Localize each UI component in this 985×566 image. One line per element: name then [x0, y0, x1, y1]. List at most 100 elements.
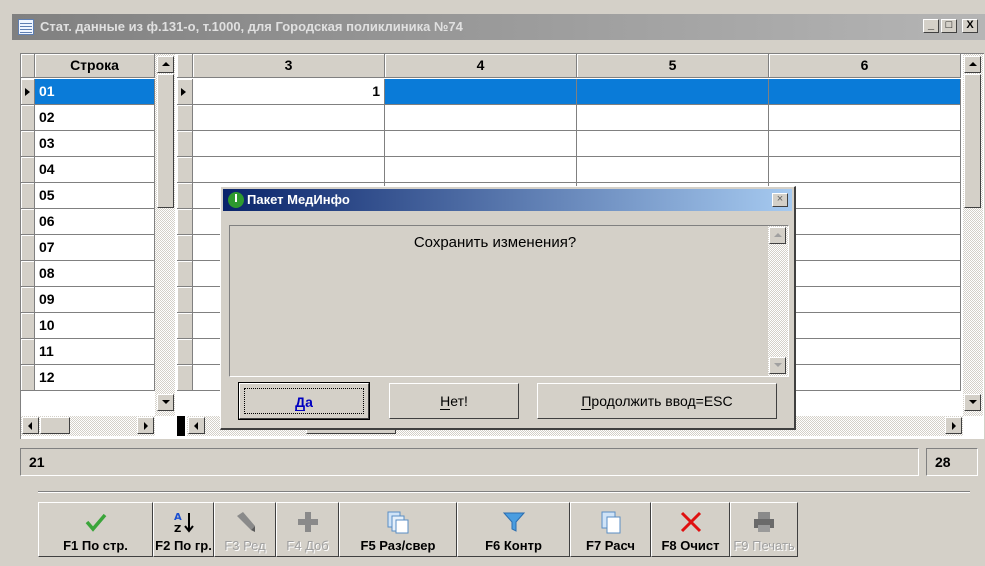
row-label[interactable]: 07: [35, 235, 155, 261]
left-scroll-left-button[interactable]: [22, 417, 39, 434]
row-label[interactable]: 11: [35, 339, 155, 365]
row-indicator[interactable]: [177, 105, 193, 131]
message-scrollbar[interactable]: [768, 226, 788, 376]
no-button[interactable]: Нет!: [389, 383, 519, 419]
grid-cell[interactable]: [769, 157, 961, 183]
column-header-6[interactable]: 6: [769, 54, 961, 78]
left-scroll-down-button[interactable]: [157, 394, 174, 411]
toolbar-button-1[interactable]: F1 По стр.: [38, 502, 153, 557]
column-header-4[interactable]: 4: [385, 54, 577, 78]
row-indicator[interactable]: [177, 183, 193, 209]
yes-accel: Д: [295, 394, 306, 411]
column-header-5[interactable]: 5: [577, 54, 769, 78]
row-label[interactable]: 10: [35, 313, 155, 339]
row-indicator[interactable]: [21, 157, 35, 183]
row-label[interactable]: 04: [35, 157, 155, 183]
grid-cell[interactable]: [769, 209, 961, 235]
grid-cell[interactable]: [769, 261, 961, 287]
row-label[interactable]: 06: [35, 209, 155, 235]
right-scroll-thumb[interactable]: [964, 74, 981, 208]
dialog-title-bar[interactable]: Пакет МедИнфо ×: [223, 189, 792, 211]
left-hscroll-thumb[interactable]: [40, 417, 70, 434]
row-label[interactable]: 02: [35, 105, 155, 131]
row-indicator[interactable]: [177, 131, 193, 157]
toolbar-button-7[interactable]: F7 Расч: [570, 502, 651, 557]
row-indicator[interactable]: [21, 105, 35, 131]
right-scroll-left-button[interactable]: [188, 417, 205, 434]
grid-cell[interactable]: [769, 313, 961, 339]
toolbar-button-3[interactable]: F3 Ред: [214, 502, 276, 557]
row-label[interactable]: 05: [35, 183, 155, 209]
left-scroll-up-button[interactable]: [157, 56, 174, 73]
grid-cell[interactable]: [769, 339, 961, 365]
row-label[interactable]: 08: [35, 261, 155, 287]
right-scroll-up-button[interactable]: [964, 56, 981, 73]
row-indicator[interactable]: [177, 209, 193, 235]
grid-cell[interactable]: [769, 79, 961, 105]
row-indicator[interactable]: [21, 287, 35, 313]
row-indicator[interactable]: [177, 261, 193, 287]
grid-cell[interactable]: [577, 131, 769, 157]
row-indicator[interactable]: [21, 235, 35, 261]
save-changes-dialog[interactable]: Пакет МедИнфо × Сохранить изменения? Да …: [220, 186, 796, 430]
row-indicator[interactable]: [177, 287, 193, 313]
right-scroll-down-button[interactable]: [964, 394, 981, 411]
row-indicator[interactable]: [21, 131, 35, 157]
yes-button[interactable]: Да: [238, 382, 370, 420]
left-scroll-right-button[interactable]: [137, 417, 154, 434]
window-title-bar[interactable]: Стат. данные из ф.131-о, т.1000, для Гор…: [12, 14, 985, 40]
grid-cell[interactable]: [577, 105, 769, 131]
toolbar-button-2[interactable]: A Z F2 По гр.: [153, 502, 214, 557]
close-button[interactable]: X: [962, 19, 978, 33]
grid-cell[interactable]: [769, 131, 961, 157]
grid-cell[interactable]: [577, 79, 769, 105]
continue-input-button[interactable]: Продолжить ввод=ESC: [537, 383, 777, 419]
grid-cell[interactable]: [577, 157, 769, 183]
row-indicator[interactable]: [21, 365, 35, 391]
message-scroll-down-button[interactable]: [769, 357, 786, 374]
toolbar-button-8[interactable]: F8 Очист: [651, 502, 730, 557]
grid-cell[interactable]: [769, 235, 961, 261]
right-scroll-right-button[interactable]: [945, 417, 962, 434]
row-indicator[interactable]: [177, 339, 193, 365]
maximize-button[interactable]: □: [941, 19, 957, 33]
row-indicator[interactable]: [177, 365, 193, 391]
row-indicator[interactable]: [177, 313, 193, 339]
grid-cell[interactable]: [385, 105, 577, 131]
grid-cell[interactable]: [385, 157, 577, 183]
row-label[interactable]: 03: [35, 131, 155, 157]
toolbar-button-5[interactable]: F5 Раз/свер: [339, 502, 457, 557]
toolbar-button-9[interactable]: F9 Печать: [730, 502, 798, 557]
grid-cell[interactable]: [769, 183, 961, 209]
dialog-close-button[interactable]: ×: [772, 193, 788, 207]
grid-cell[interactable]: 1: [193, 79, 385, 105]
grid-cell[interactable]: [193, 131, 385, 157]
row-label[interactable]: 01: [35, 79, 155, 105]
row-label[interactable]: 09: [35, 287, 155, 313]
row-indicator[interactable]: [177, 235, 193, 261]
column-header-row-label[interactable]: Строка: [35, 54, 155, 78]
grid-cell[interactable]: [385, 131, 577, 157]
row-indicator[interactable]: [177, 157, 193, 183]
grid-cell[interactable]: [193, 157, 385, 183]
minimize-button[interactable]: _: [923, 19, 939, 33]
row-indicator[interactable]: [21, 183, 35, 209]
row-indicator[interactable]: [21, 313, 35, 339]
grid-cell[interactable]: [769, 287, 961, 313]
row-indicator[interactable]: [177, 79, 193, 105]
toolbar-button-4[interactable]: F4 Доб: [276, 502, 339, 557]
grid-cell[interactable]: [385, 79, 577, 105]
row-indicator[interactable]: [21, 209, 35, 235]
toolbar-button-6[interactable]: F6 Контр: [457, 502, 570, 557]
row-indicator[interactable]: [21, 79, 35, 105]
grid-cell[interactable]: [193, 105, 385, 131]
row-indicator[interactable]: [21, 261, 35, 287]
grid-cell[interactable]: [769, 105, 961, 131]
message-scroll-up-button[interactable]: [769, 227, 786, 244]
row-indicator[interactable]: [21, 339, 35, 365]
column-header-3[interactable]: 3: [193, 54, 385, 78]
row-label[interactable]: 12: [35, 365, 155, 391]
splitter[interactable]: [177, 416, 185, 436]
grid-cell[interactable]: [769, 365, 961, 391]
left-scroll-thumb[interactable]: [157, 74, 174, 208]
